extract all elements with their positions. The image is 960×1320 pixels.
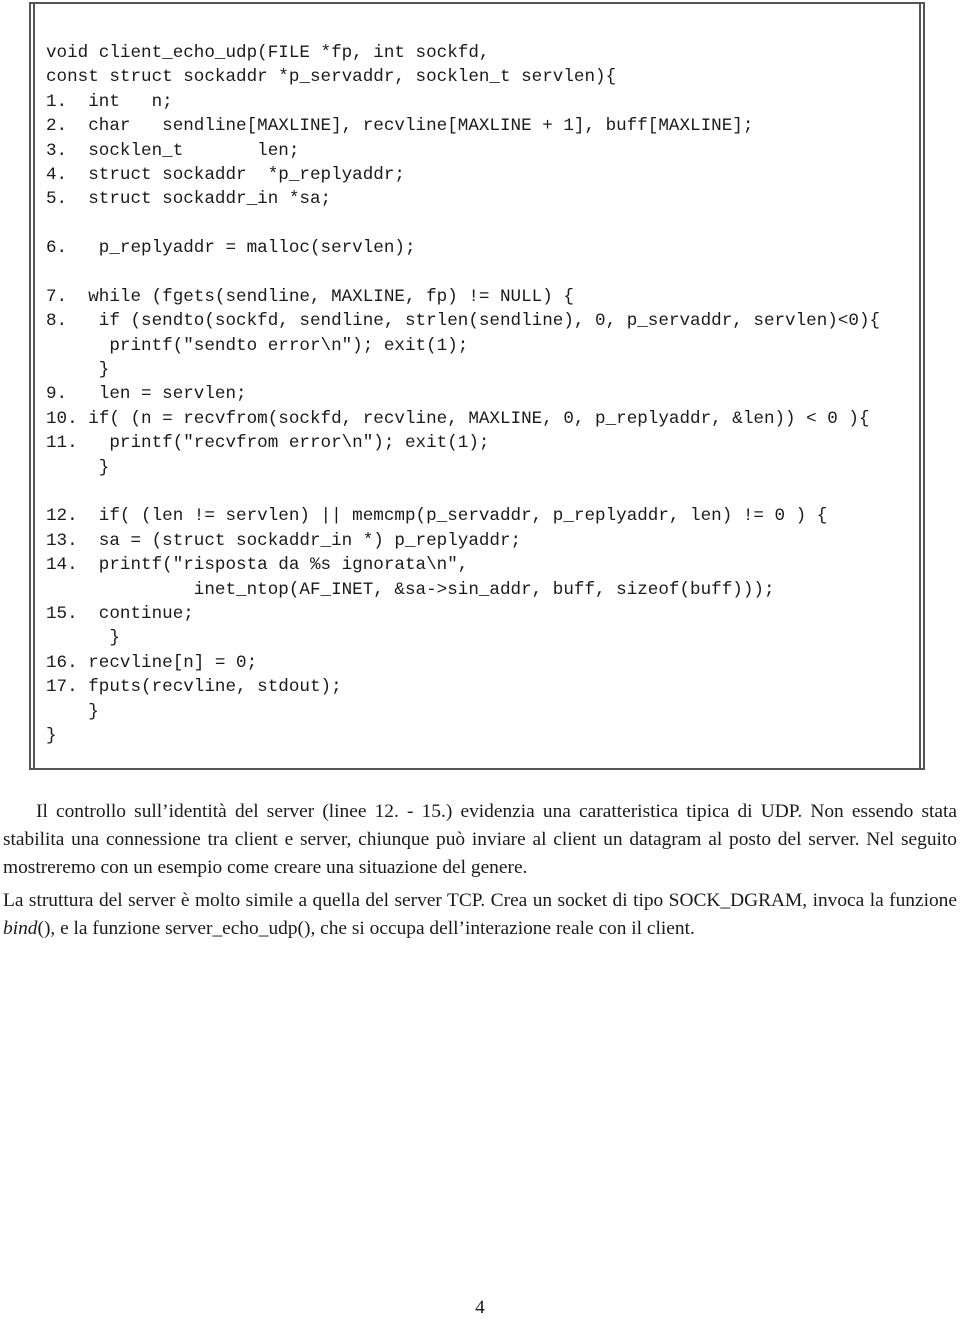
code-line: 2. char sendline[MAXLINE], recvline[MAXL… <box>46 116 754 137</box>
function-name-bind: bind <box>3 918 38 939</box>
code-line: } <box>46 701 99 722</box>
code-line: void client_echo_udp(FILE *fp, int sockf… <box>46 43 490 63</box>
code-listing: void client_echo_udp(FILE *fp, int sockf… <box>46 41 880 748</box>
code-line: 7. while (fgets(sendline, MAXLINE, fp) !… <box>46 286 574 307</box>
paragraph-server-structure: La struttura del server è molto simile a… <box>3 887 957 943</box>
code-line: 1. int n; <box>46 91 173 112</box>
code-line: 4. struct sockaddr *p_replyaddr; <box>46 164 405 185</box>
body-text: Il controllo sull’identità del server (l… <box>3 798 957 943</box>
code-line: 11. printf("recvfrom error\n"); exit(1); <box>46 433 490 454</box>
code-line: 15. continue; <box>46 603 194 624</box>
code-line: } <box>46 725 57 746</box>
code-line: } <box>46 628 120 649</box>
code-line: } <box>46 457 110 478</box>
page-number: 4 <box>475 1297 485 1318</box>
code-line: const struct sockaddr *p_servaddr, sockl… <box>46 67 617 88</box>
code-line: 12. if( (len != servlen) || memcmp(p_ser… <box>46 506 828 527</box>
code-line: 6. p_replyaddr = malloc(servlen); <box>46 238 416 259</box>
code-line: 14. printf("risposta da %s ignorata\n", <box>46 555 469 576</box>
paragraph-text: La struttura del server è molto simile a… <box>3 890 957 911</box>
code-line: 3. socklen_t len; <box>46 140 300 161</box>
code-line: 9. len = servlen; <box>46 384 247 405</box>
code-line: printf("sendto error\n"); exit(1); <box>46 335 469 356</box>
paragraph-text: (), e la funzione server_echo_udp(), che… <box>37 918 695 939</box>
code-line: 16. recvline[n] = 0; <box>46 652 258 673</box>
paragraph-text: Il controllo sull’identità del server (l… <box>3 801 957 878</box>
code-line: 5. struct sockaddr_in *sa; <box>46 189 332 210</box>
code-line: 8. if (sendto(sockfd, sendline, strlen(s… <box>46 311 881 332</box>
paragraph-udp-identity-check: Il controllo sull’identità del server (l… <box>3 798 957 882</box>
code-line: 13. sa = (struct sockaddr_in *) p_replya… <box>46 530 522 551</box>
code-listing-box: void client_echo_udp(FILE *fp, int sockf… <box>29 2 925 770</box>
code-line: } <box>46 360 110 381</box>
code-line: 17. fputs(recvline, stdout); <box>46 677 342 698</box>
code-line: inet_ntop(AF_INET, &sa->sin_addr, buff, … <box>46 579 775 600</box>
code-line: 10. if( (n = recvfrom(sockfd, recvline, … <box>46 408 870 429</box>
